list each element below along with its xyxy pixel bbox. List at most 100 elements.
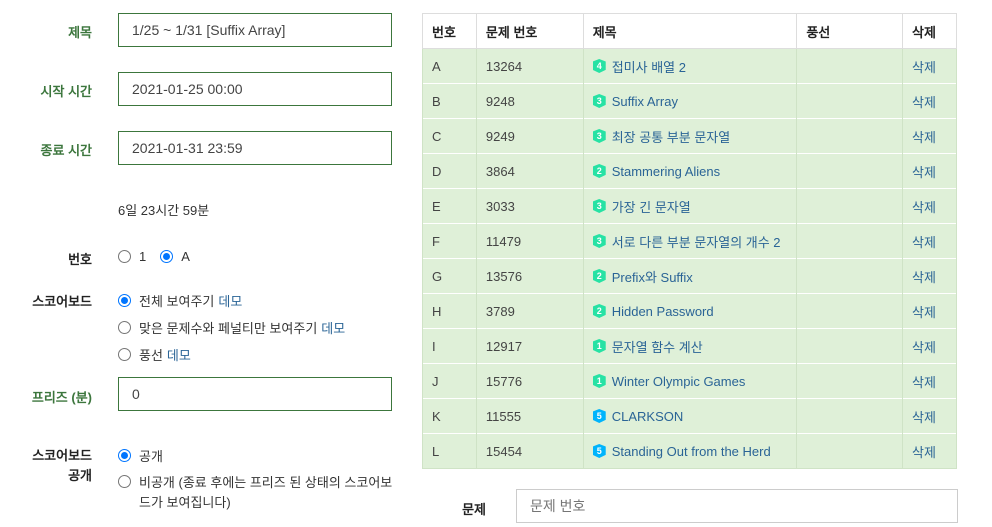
row-problem-id: 11555 — [475, 398, 584, 434]
title-label: 제목 — [68, 25, 92, 40]
title-input[interactable] — [118, 13, 392, 47]
row-delete-cell: 삭제 — [902, 83, 957, 119]
delete-link[interactable]: 삭제 — [912, 305, 936, 320]
tier-badge-icon: 5 — [592, 444, 606, 458]
scoreboard-radio-count[interactable] — [118, 321, 131, 334]
problem-title-link[interactable]: Winter Olympic Games — [612, 374, 746, 389]
scoreboard-public-label-line2: 공개 — [68, 468, 92, 483]
row-num: I — [422, 328, 477, 364]
delete-link[interactable]: 삭제 — [912, 410, 936, 425]
problem-title-link[interactable]: 접미사 배열 2 — [612, 57, 686, 76]
row-balloon — [796, 48, 904, 84]
row-balloon — [796, 363, 904, 399]
delete-link[interactable]: 삭제 — [912, 445, 936, 460]
problem-number-input[interactable] — [516, 489, 958, 523]
numbering-option-1-label: 1 — [139, 249, 147, 264]
table-row: A 13264 4 접미사 배열 2 삭제 — [422, 48, 957, 84]
delete-link[interactable]: 삭제 — [912, 375, 936, 390]
freeze-input[interactable] — [118, 377, 392, 411]
row-balloon — [796, 293, 904, 329]
row-title-cell: 3 최장 공통 부분 문자열 — [582, 118, 798, 154]
freeze-label: 프리즈 (분) — [31, 390, 92, 405]
header-delete: 삭제 — [902, 13, 957, 49]
end-time-label: 종료 시간 — [40, 143, 92, 158]
row-balloon — [796, 188, 904, 224]
row-delete-cell: 삭제 — [902, 398, 957, 434]
delete-link[interactable]: 삭제 — [912, 165, 936, 180]
problem-title-link[interactable]: Suffix Array — [612, 94, 678, 109]
scoreboard-balloon-demo-link[interactable]: 데모 — [167, 345, 191, 364]
table-row: D 3864 2 Stammering Aliens 삭제 — [422, 153, 957, 189]
row-delete-cell: 삭제 — [902, 223, 957, 259]
private-option-label: 비공개 (종료 후에는 프리즈 된 상태의 스코어보 드가 보여집니다) — [139, 473, 392, 513]
row-num: L — [422, 433, 477, 469]
numbering-radio-1[interactable] — [118, 250, 131, 263]
problem-title-link[interactable]: Hidden Password — [612, 304, 714, 319]
start-time-input[interactable] — [118, 72, 392, 106]
start-time-label: 시작 시간 — [40, 84, 92, 99]
row-num: D — [422, 153, 477, 189]
row-delete-cell: 삭제 — [902, 258, 957, 294]
row-balloon — [796, 118, 904, 154]
end-time-input[interactable] — [118, 131, 392, 165]
delete-link[interactable]: 삭제 — [912, 95, 936, 110]
scoreboard-full-demo-link[interactable]: 데모 — [218, 291, 242, 310]
delete-link[interactable]: 삭제 — [912, 235, 936, 250]
row-title-cell: 3 Suffix Array — [582, 83, 798, 119]
problem-title-link[interactable]: Prefix와 Suffix — [612, 267, 693, 286]
row-num: K — [422, 398, 477, 434]
row-delete-cell: 삭제 — [902, 293, 957, 329]
delete-link[interactable]: 삭제 — [912, 60, 936, 75]
public-option-label: 공개 — [139, 449, 163, 464]
row-title-cell: 1 문자열 함수 계산 — [582, 328, 798, 364]
table-row: C 9249 3 최장 공통 부분 문자열 삭제 — [422, 118, 957, 154]
delete-link[interactable]: 삭제 — [912, 270, 936, 285]
private-option-label-line2: 드가 보여집니다) — [139, 495, 231, 510]
delete-link[interactable]: 삭제 — [912, 340, 936, 355]
delete-link[interactable]: 삭제 — [912, 130, 936, 145]
row-title-cell: 3 서로 다른 부분 문자열의 개수 2 — [582, 223, 798, 259]
row-balloon — [796, 258, 904, 294]
table-row: J 15776 1 Winter Olympic Games 삭제 — [422, 363, 957, 399]
row-balloon — [796, 433, 904, 469]
row-num: A — [422, 48, 477, 84]
problem-title-link[interactable]: 가장 긴 문자열 — [612, 197, 691, 216]
delete-link[interactable]: 삭제 — [912, 200, 936, 215]
table-row: K 11555 5 CLARKSON 삭제 — [422, 398, 957, 434]
problem-title-link[interactable]: 서로 다른 부분 문자열의 개수 2 — [612, 232, 781, 251]
row-num: G — [422, 258, 477, 294]
row-title-cell: 4 접미사 배열 2 — [582, 48, 798, 84]
scoreboard-radio-full[interactable] — [118, 294, 131, 307]
tier-badge-icon: 2 — [592, 164, 606, 178]
problem-title-link[interactable]: CLARKSON — [612, 409, 684, 424]
scoreboard-option-count-label: 맞은 문제수와 페널티만 보여주기 — [139, 321, 318, 336]
row-balloon — [796, 328, 904, 364]
row-num: C — [422, 118, 477, 154]
row-title-cell: 2 Stammering Aliens — [582, 153, 798, 189]
duration-text: 6일 23시간 59분 — [118, 203, 210, 218]
scoreboard-radio-balloon[interactable] — [118, 348, 131, 361]
public-radio[interactable] — [118, 449, 131, 462]
scoreboard-option-full-label: 전체 보여주기 — [139, 294, 215, 309]
table-row: I 12917 1 문자열 함수 계산 삭제 — [422, 328, 957, 364]
problem-table: 번호 문제 번호 제목 풍선 삭제 A 13264 4 접미사 배열 2 삭제 B 9248… — [422, 13, 957, 469]
private-radio[interactable] — [118, 475, 131, 488]
problem-add-label: 문제 — [462, 502, 486, 517]
row-problem-id: 15454 — [475, 433, 584, 469]
table-row: B 9248 3 Suffix Array 삭제 — [422, 83, 957, 119]
problem-title-link[interactable]: 최장 공통 부분 문자열 — [612, 127, 730, 146]
problem-title-link[interactable]: 문자열 함수 계산 — [612, 337, 703, 356]
problem-title-link[interactable]: Stammering Aliens — [612, 164, 720, 179]
numbering-radio-a[interactable] — [160, 250, 174, 263]
header-problem-id: 문제 번호 — [475, 13, 584, 49]
problem-table-header: 번호 문제 번호 제목 풍선 삭제 — [422, 13, 957, 49]
scoreboard-count-demo-link[interactable]: 데모 — [321, 318, 345, 337]
scoreboard-option-count: 맞은 문제수와 페널티만 보여주기 데모 — [118, 318, 345, 337]
row-delete-cell: 삭제 — [902, 363, 957, 399]
tier-badge-icon: 3 — [592, 94, 606, 108]
tier-badge-icon: 2 — [592, 304, 606, 318]
problem-title-link[interactable]: Standing Out from the Herd — [612, 444, 771, 459]
scoreboard-option-balloon: 풍선 데모 — [118, 345, 191, 364]
row-balloon — [796, 398, 904, 434]
row-balloon — [796, 83, 904, 119]
